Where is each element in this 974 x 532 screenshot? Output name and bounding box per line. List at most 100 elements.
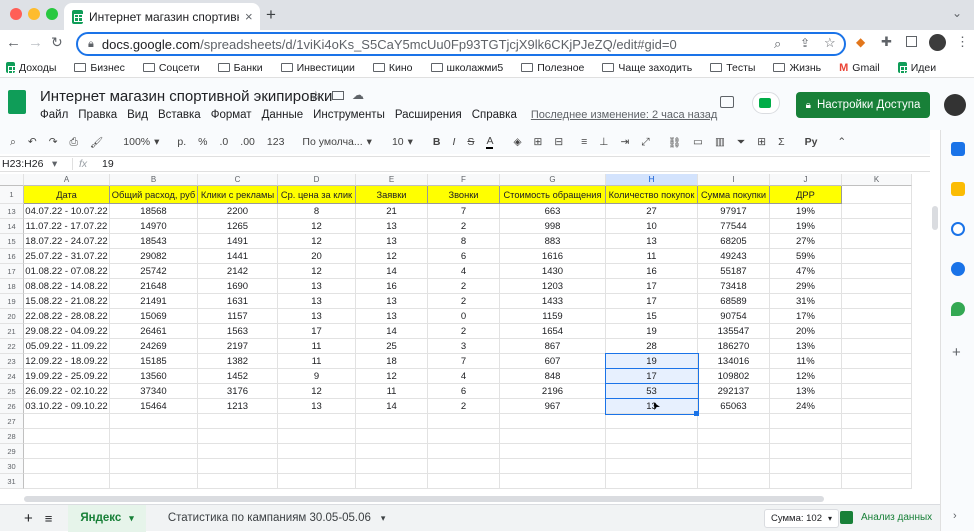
table-cell[interactable]: 0 — [428, 309, 500, 324]
table-cell[interactable] — [110, 474, 198, 489]
table-cell[interactable] — [500, 444, 606, 459]
bookmark-folder-biznes[interactable]: Бизнес — [74, 62, 125, 74]
table-cell[interactable] — [428, 429, 500, 444]
horizontal-scrollbar[interactable] — [24, 496, 930, 502]
table-cell[interactable] — [770, 474, 842, 489]
browser-tab[interactable]: Интернет магазин спортивно × — [64, 3, 260, 30]
table-cell[interactable]: 47% — [770, 264, 842, 279]
collapse-panel-icon[interactable]: › — [953, 510, 957, 522]
table-cell[interactable]: 1654 — [500, 324, 606, 339]
browser-menu-icon[interactable]: ⋮ — [956, 34, 969, 50]
table-cell[interactable]: 1265 — [198, 219, 278, 234]
menu-format[interactable]: Формат — [211, 109, 252, 121]
table-cell[interactable]: 11 — [278, 339, 356, 354]
italic-button[interactable]: I — [453, 136, 456, 148]
fill-color-icon[interactable]: ◈ — [513, 136, 521, 148]
table-cell[interactable]: 6 — [428, 384, 500, 399]
table-cell[interactable]: 12 — [356, 369, 428, 384]
table-cell[interactable]: 18 — [356, 354, 428, 369]
table-cell[interactable]: 55187 — [698, 264, 770, 279]
column-header[interactable]: J — [770, 174, 842, 186]
table-cell[interactable] — [770, 414, 842, 429]
horizontal-align-icon[interactable]: ≡ — [581, 136, 587, 148]
menu-tools[interactable]: Инструменты — [313, 109, 385, 121]
table-cell[interactable]: 13 — [278, 294, 356, 309]
table-cell[interactable]: 05.09.22 - 11.09.22 — [24, 339, 110, 354]
column-header[interactable]: F — [428, 174, 500, 186]
contacts-icon[interactable] — [951, 262, 965, 276]
table-cell[interactable]: 8 — [428, 234, 500, 249]
table-cell[interactable]: 17% — [770, 309, 842, 324]
table-cell[interactable] — [24, 444, 110, 459]
table-cell[interactable]: 14970 — [110, 219, 198, 234]
table-cell[interactable] — [842, 249, 912, 264]
table-cell[interactable]: 13 — [356, 219, 428, 234]
table-cell[interactable] — [356, 459, 428, 474]
font-chevron-icon[interactable]: ▾ — [367, 136, 372, 148]
table-cell[interactable]: 2 — [428, 399, 500, 414]
table-cell[interactable]: 607 — [500, 354, 606, 369]
scrollbar-thumb[interactable] — [24, 496, 824, 502]
increase-decimal-button[interactable]: .00 — [240, 136, 255, 148]
insert-chart-icon[interactable]: ▥ — [715, 136, 725, 148]
column-title-cell[interactable]: Звонки — [428, 186, 500, 204]
table-cell[interactable]: 17 — [278, 324, 356, 339]
column-title-cell[interactable]: Сумма покупки — [698, 186, 770, 204]
table-cell[interactable] — [606, 444, 698, 459]
table-cell[interactable]: 1159 — [500, 309, 606, 324]
column-header[interactable]: E — [356, 174, 428, 186]
percent-format-button[interactable]: % — [198, 136, 207, 148]
text-color-button[interactable]: A — [486, 135, 494, 149]
name-box[interactable]: H23:H26 — [0, 158, 52, 170]
row-number[interactable]: 20 — [0, 309, 24, 324]
table-cell[interactable]: 19% — [770, 204, 842, 219]
table-cell[interactable]: 16 — [356, 279, 428, 294]
table-cell[interactable]: 12 — [356, 249, 428, 264]
table-cell[interactable]: 4 — [428, 264, 500, 279]
select-all-corner[interactable] — [0, 174, 24, 186]
table-cell[interactable]: 97917 — [698, 204, 770, 219]
forward-icon[interactable]: → — [28, 34, 43, 51]
table-cell[interactable] — [842, 474, 912, 489]
table-cell[interactable] — [24, 474, 110, 489]
insert-link-icon[interactable]: ⛓︎ — [668, 136, 681, 149]
table-cell[interactable]: 11 — [356, 384, 428, 399]
table-cell[interactable]: 04.07.22 - 10.07.22 — [24, 204, 110, 219]
table-cell[interactable] — [356, 444, 428, 459]
column-header[interactable]: I — [698, 174, 770, 186]
table-cell[interactable]: 1491 — [198, 234, 278, 249]
row-number[interactable]: 17 — [0, 264, 24, 279]
row-number[interactable]: 1 — [0, 186, 24, 204]
tab-search-icon[interactable]: ⌄ — [952, 6, 962, 20]
table-cell[interactable]: 18.07.22 - 24.07.22 — [24, 234, 110, 249]
table-cell[interactable]: 13 — [356, 294, 428, 309]
row-number[interactable]: 15 — [0, 234, 24, 249]
text-rotate-icon[interactable]: ⤢ — [641, 136, 649, 149]
table-cell[interactable]: 3 — [428, 339, 500, 354]
menu-help[interactable]: Справка — [472, 109, 517, 121]
column-title-cell[interactable]: Заявки — [356, 186, 428, 204]
table-cell[interactable]: 12 — [278, 234, 356, 249]
table-cell[interactable]: 15069 — [110, 309, 198, 324]
table-cell[interactable] — [770, 459, 842, 474]
table-cell[interactable]: 13 — [356, 309, 428, 324]
borders-icon[interactable]: ⊞ — [534, 136, 543, 148]
table-cell[interactable]: 19 — [606, 324, 698, 339]
bookmark-folder-poleznoe[interactable]: Полезное — [521, 62, 584, 74]
filter-icon[interactable]: ⏷ — [737, 136, 745, 149]
row-number[interactable]: 30 — [0, 459, 24, 474]
table-cell[interactable] — [698, 429, 770, 444]
share-button[interactable]: 🔒︎ Настройки Доступа — [796, 92, 930, 118]
table-cell[interactable] — [606, 474, 698, 489]
table-cell[interactable]: 3176 — [198, 384, 278, 399]
table-cell[interactable]: 1382 — [198, 354, 278, 369]
number-format-button[interactable]: 123 — [267, 136, 285, 148]
column-header[interactable]: D — [278, 174, 356, 186]
table-cell[interactable]: 26.09.22 - 02.10.22 — [24, 384, 110, 399]
table-cell[interactable]: 13 — [278, 309, 356, 324]
table-cell[interactable] — [842, 234, 912, 249]
row-number[interactable]: 31 — [0, 474, 24, 489]
table-cell[interactable]: 17 — [606, 294, 698, 309]
account-avatar[interactable] — [944, 94, 966, 116]
row-number[interactable]: 19 — [0, 294, 24, 309]
